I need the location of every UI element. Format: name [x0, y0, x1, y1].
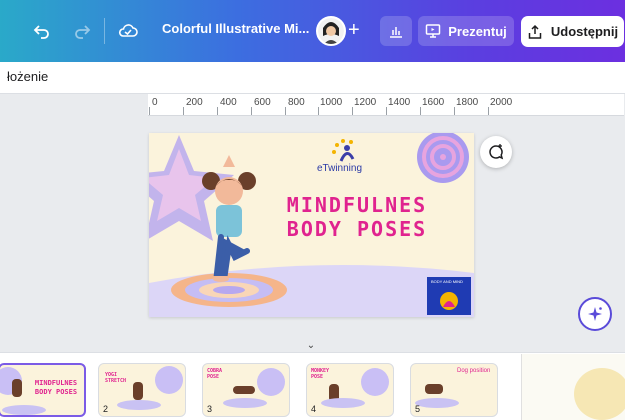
thumb-figure [233, 386, 255, 394]
thumb-title: Dog position [457, 368, 491, 374]
ruler-tick [183, 107, 184, 115]
toolbar-divider [104, 18, 105, 44]
thumb-title: MINDFULNES BODY POSES [34, 379, 78, 396]
horizontal-ruler: 0 200 400 600 800 1000 1200 1400 1600 18… [148, 94, 624, 116]
ruler-tick [318, 107, 319, 115]
ruler-label: 800 [288, 97, 305, 108]
add-comment-button[interactable] [480, 136, 512, 168]
present-label: Prezentuj [448, 23, 507, 39]
presentation-icon [425, 24, 441, 38]
ruler-label: 1600 [422, 97, 445, 108]
slide-title-line1: MINDFULNES [286, 193, 428, 217]
thumb-title: COBRA POSE [207, 368, 223, 380]
thumb-title: YOGI STRETCH [105, 372, 127, 384]
upload-icon [528, 24, 542, 39]
page-thumbnail-3[interactable]: COBRA POSE 3 [202, 363, 290, 417]
ruler-label: 1000 [320, 97, 343, 108]
book-cover-text: BODY AND MIND [431, 279, 463, 284]
thumb-decoration [257, 368, 285, 396]
share-label: Udostępnij [550, 24, 619, 39]
document-title[interactable]: Colorful Illustrative Mi... [162, 21, 309, 36]
ruler-tick [149, 107, 150, 115]
page-number: 3 [207, 404, 213, 414]
page-thumbnail-4[interactable]: MONKEY POSE 4 [306, 363, 394, 417]
redo-icon[interactable] [70, 20, 94, 42]
ruler-label: 1200 [354, 97, 377, 108]
thumb-mat [2, 405, 46, 415]
ruler-label: 1400 [388, 97, 411, 108]
thumb-mat [223, 398, 267, 408]
thumb-mat [321, 398, 365, 408]
slide-title-line2: BODY POSES [286, 217, 428, 241]
top-toolbar: Colorful Illustrative Mi... + Prezentuj … [0, 0, 625, 62]
secondary-toolbar: łożenie [0, 62, 625, 94]
thumb-title: MONKEY POSE [311, 368, 330, 380]
add-collaborator-icon[interactable]: + [348, 19, 360, 42]
page-number: 4 [311, 404, 317, 414]
thumb-mat [117, 400, 161, 410]
thumb-decoration [361, 368, 389, 396]
undo-icon[interactable] [30, 20, 54, 42]
comment-icon [489, 144, 504, 160]
ruler-tick [217, 107, 218, 115]
ruler-tick [285, 107, 286, 115]
thumb-figure [133, 382, 143, 400]
ruler-label: 1800 [456, 97, 479, 108]
page-number: 5 [415, 404, 421, 414]
present-button[interactable]: Prezentuj [418, 16, 514, 46]
sparkle-icon [588, 307, 602, 321]
ruler-tick [420, 107, 421, 115]
bar-chart-icon [390, 27, 402, 38]
ruler-tick [352, 107, 353, 115]
ruler-label: 200 [186, 97, 203, 108]
slide-title[interactable]: MINDFULNES BODY POSES [271, 193, 443, 241]
slide-canvas[interactable]: eTwinning MINDFULNES BODY POSES BODY AND… [149, 133, 474, 317]
etwinning-logo-text: eTwinning [317, 163, 363, 174]
ruler-label: 2000 [490, 97, 513, 108]
user-avatar[interactable] [316, 16, 346, 46]
magic-assistant-button[interactable] [578, 297, 612, 331]
page-thumbnail-1[interactable]: MINDFULNES BODY POSES [0, 363, 86, 417]
ruler-gutter [0, 94, 148, 116]
thumb-figure [12, 379, 22, 397]
ruler-label: 0 [152, 97, 158, 108]
insights-button[interactable] [380, 16, 412, 46]
ruler-tick [454, 107, 455, 115]
page-thumbnail-5[interactable]: Dog position 5 [410, 363, 498, 417]
ruler-tick [386, 107, 387, 115]
vertical-scrollbar[interactable] [618, 116, 625, 344]
side-panel-preview[interactable] [521, 354, 625, 420]
ruler-tick [488, 107, 489, 115]
thumb-decoration [155, 366, 183, 394]
ruler-label: 400 [220, 97, 237, 108]
thumb-mat [415, 398, 459, 408]
share-button[interactable]: Udostępnij [521, 16, 624, 47]
ruler-tick [251, 107, 252, 115]
page-number: 2 [103, 404, 109, 414]
position-menu[interactable]: łożenie [7, 69, 48, 84]
cloud-saved-icon[interactable] [116, 20, 140, 42]
page-thumbnail-2[interactable]: YOGI STRETCH 2 [98, 363, 186, 417]
thumb-figure [425, 384, 443, 394]
ruler-label: 600 [254, 97, 271, 108]
